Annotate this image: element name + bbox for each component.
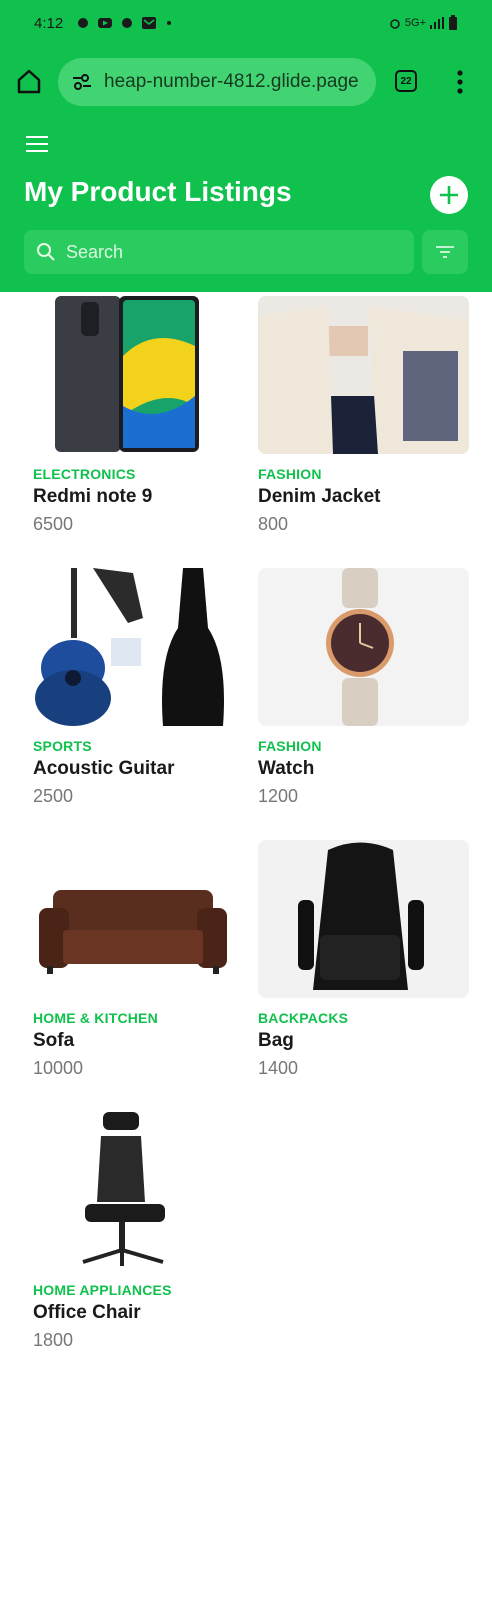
product-image	[33, 296, 244, 454]
product-price: 2500	[33, 786, 74, 806]
more-options-icon[interactable]	[455, 68, 465, 96]
home-icon[interactable]	[14, 66, 44, 96]
product-card[interactable]: FASHION Denim Jacket 800	[258, 296, 469, 535]
product-category: HOME & KITCHEN	[33, 1010, 158, 1026]
status-time: 4:12	[34, 14, 64, 32]
product-image	[258, 296, 469, 454]
acoustic-guitar-image	[35, 568, 224, 726]
product-card[interactable]: ELECTRONICS Redmi note 9 6500	[33, 296, 244, 535]
product-category: BACKPACKS	[258, 1010, 349, 1026]
product-price: 6500	[33, 514, 74, 534]
search-icon	[37, 243, 55, 261]
denim-jacket-image	[258, 296, 469, 454]
mail-icon	[142, 17, 157, 29]
smartphone-image	[55, 296, 199, 452]
product-card[interactable]: HOME APPLIANCES Office Chair 1800	[33, 1112, 244, 1351]
backpack-image	[258, 840, 469, 998]
network-type: 5G+	[404, 17, 426, 29]
app-header: My Product Listings	[0, 116, 492, 292]
product-price: 1800	[33, 1330, 74, 1350]
product-price: 800	[258, 514, 289, 534]
product-category: ELECTRONICS	[33, 466, 136, 482]
product-name: Redmi note 9	[33, 486, 153, 507]
product-name: Bag	[258, 1030, 294, 1051]
product-name: Acoustic Guitar	[33, 758, 175, 779]
product-card[interactable]: FASHION Watch 1200	[258, 568, 469, 807]
product-name: Watch	[258, 758, 315, 779]
product-image	[33, 840, 244, 998]
notification-cloud-icon	[122, 18, 133, 28]
url-text: heap-number-4812.glide.page	[104, 71, 359, 92]
alarm-icon	[390, 19, 400, 29]
plus-icon	[440, 186, 458, 204]
product-name: Office Chair	[33, 1302, 141, 1323]
product-image	[258, 568, 469, 726]
notification-icons	[75, 16, 179, 30]
product-name: Denim Jacket	[258, 486, 381, 507]
filter-icon	[436, 246, 454, 258]
battery-icon	[449, 15, 457, 30]
youtube-icon	[98, 18, 113, 28]
product-category: FASHION	[258, 738, 322, 754]
product-price: 1200	[258, 786, 299, 806]
add-listing-button[interactable]	[430, 176, 468, 214]
product-name: Sofa	[33, 1030, 75, 1051]
product-category: FASHION	[258, 466, 322, 482]
product-price: 10000	[33, 1058, 84, 1078]
signal-icon	[430, 17, 444, 29]
search-bar[interactable]	[24, 230, 414, 274]
system-indicators: 5G+	[389, 15, 458, 31]
product-card[interactable]: SPORTS Acoustic Guitar 2500	[33, 568, 244, 807]
status-bar: 4:12 5G+	[0, 0, 492, 46]
site-settings-icon[interactable]	[70, 70, 94, 94]
filter-button[interactable]	[422, 230, 468, 274]
office-chair-image	[82, 1112, 165, 1266]
dot-icon	[167, 21, 172, 25]
product-price: 1400	[258, 1058, 299, 1078]
product-image	[258, 840, 469, 998]
notification-cloud-icon	[78, 18, 89, 28]
wristwatch-image	[258, 568, 469, 726]
product-image	[33, 1112, 244, 1270]
product-card[interactable]: BACKPACKS Bag 1400	[258, 840, 469, 1079]
product-category: SPORTS	[33, 738, 92, 754]
product-image	[33, 568, 244, 726]
browser-toolbar: heap-number-4812.glide.page 22	[0, 46, 492, 116]
product-card[interactable]: HOME & KITCHEN Sofa 10000	[33, 840, 244, 1079]
product-category: HOME APPLIANCES	[33, 1282, 172, 1298]
address-bar[interactable]: heap-number-4812.glide.page	[58, 58, 376, 106]
leather-sofa-image	[39, 890, 227, 974]
hamburger-menu-icon[interactable]	[26, 134, 50, 154]
page-title: My Product Listings	[24, 176, 292, 207]
tab-switcher-button[interactable]: 22	[395, 70, 417, 92]
search-input[interactable]	[66, 241, 366, 263]
